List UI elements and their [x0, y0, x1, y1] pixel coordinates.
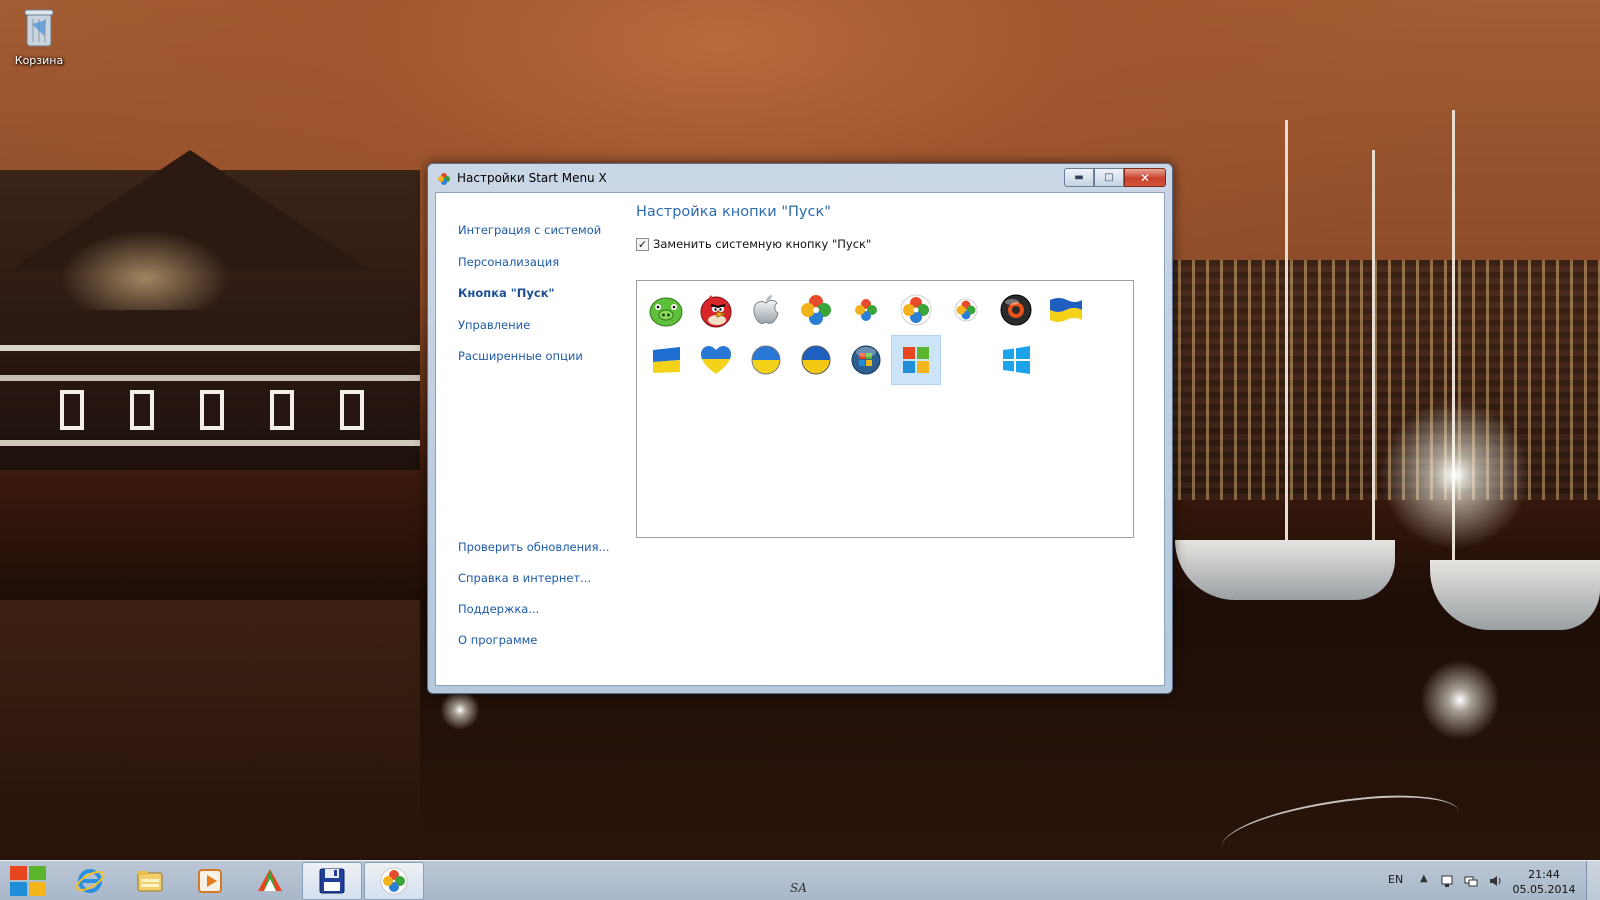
nav-item-management[interactable]: Управление [458, 318, 601, 350]
nav-item-advanced-options[interactable]: Расширенные опции [458, 349, 601, 381]
ukraine-heart-icon[interactable] [691, 335, 741, 385]
icon-grid-row [641, 335, 1129, 385]
wallpaper-boat [1175, 540, 1395, 600]
taskbar-file-explorer[interactable] [120, 862, 180, 900]
check-updates-link[interactable]: Проверить обновления... [458, 540, 610, 571]
small-clover-ring-icon[interactable] [941, 285, 991, 335]
language-indicator[interactable]: EN [1388, 873, 1403, 886]
floppy-save-icon [319, 868, 345, 894]
dark-orb-icon[interactable] [991, 285, 1041, 335]
green-pig-icon[interactable] [641, 285, 691, 335]
taskbar-save-app[interactable] [302, 862, 362, 900]
replace-start-button-option[interactable]: ✓ Заменить системную кнопку "Пуск" [636, 237, 871, 251]
settings-nav: Интеграция с системой Персонализация Кно… [458, 223, 601, 381]
wallpaper-railing [0, 345, 420, 351]
media-player-icon [198, 869, 222, 893]
windows-start-icon [10, 866, 46, 896]
window-controls: ▬ □ ✕ [1064, 168, 1166, 187]
taskbar-center-text: SA [790, 881, 807, 895]
taskbar-internet-explorer[interactable] [60, 862, 120, 900]
settings-nav-bottom: Проверить обновления... Справка в интерн… [458, 540, 610, 664]
volume-icon[interactable] [1488, 873, 1502, 887]
section-title: Настройка кнопки "Пуск" [636, 204, 831, 220]
window-title: Настройки Start Menu X [457, 171, 607, 185]
wallpaper-lights [60, 230, 230, 310]
taskbar-clover-app[interactable] [364, 862, 424, 900]
clover-app-icon [380, 867, 408, 895]
replace-start-button-label: Заменить системную кнопку "Пуск" [653, 237, 872, 251]
start-button[interactable] [6, 863, 50, 899]
minimize-icon: ▬ [1074, 172, 1084, 183]
recycle-bin-icon [23, 6, 55, 48]
close-icon: ✕ [1139, 170, 1151, 185]
windows8-logo-icon[interactable] [991, 335, 1041, 385]
app-clover-icon [437, 171, 451, 185]
support-link[interactable]: Поддержка... [458, 602, 610, 633]
wallpaper-signature [1217, 787, 1463, 860]
internet-explorer-icon [75, 869, 105, 893]
show-desktop-button[interactable] [1586, 861, 1600, 900]
network-icon[interactable] [1464, 873, 1478, 887]
nav-item-personalization[interactable]: Персонализация [458, 255, 601, 287]
minimize-button[interactable]: ▬ [1064, 168, 1094, 187]
clock-date: 05.05.2014 [1512, 883, 1576, 896]
colored-clover-icon[interactable] [791, 285, 841, 335]
wallpaper-light-glow [1420, 660, 1500, 740]
icon-grid-row [641, 285, 1129, 335]
about-link[interactable]: О программе [458, 633, 610, 664]
ukraine-flag-icon[interactable] [641, 335, 691, 385]
wallpaper-light-glow [1380, 400, 1530, 550]
small-clover-icon[interactable] [841, 285, 891, 335]
ukraine-orb-small-icon[interactable] [791, 335, 841, 385]
window-titlebar[interactable]: Настройки Start Menu X ▬ □ ✕ [428, 164, 1172, 191]
clock[interactable]: 21:44 05.05.2014 [1512, 867, 1576, 897]
wallpaper-city [1150, 260, 1600, 500]
clock-time: 21:44 [1528, 868, 1560, 881]
start-menu-x-icon [258, 869, 282, 891]
wallpaper-water [0, 600, 420, 840]
blank-icon[interactable] [941, 335, 991, 385]
online-help-link[interactable]: Справка в интернет... [458, 571, 610, 602]
wallpaper-mast [1285, 120, 1288, 540]
red-angry-bird-icon[interactable] [691, 285, 741, 335]
wallpaper-light-glow [440, 690, 480, 730]
close-button[interactable]: ✕ [1124, 168, 1166, 187]
recycle-bin[interactable]: Корзина [10, 6, 68, 67]
settings-window: Настройки Start Menu X ▬ □ ✕ Интеграция … [427, 163, 1173, 694]
recycle-bin-label: Корзина [14, 54, 64, 67]
taskbar: SA EN ▲ 21:44 05.05.2014 [0, 860, 1600, 900]
replace-start-button-checkbox[interactable]: ✓ [636, 237, 649, 251]
clover-ring-icon[interactable] [891, 285, 941, 335]
wallpaper-boat [1430, 560, 1600, 630]
nav-item-start-button[interactable]: Кнопка "Пуск" [458, 286, 601, 318]
start-button-icon-grid [636, 280, 1134, 538]
ukraine-flag-wave-icon[interactable] [1041, 285, 1091, 335]
windows-flag-icon[interactable] [891, 335, 941, 385]
taskbar-start-menu-x[interactable] [240, 862, 300, 900]
apple-logo-icon[interactable] [741, 285, 791, 335]
network-adapter-icon[interactable] [1440, 873, 1454, 887]
window-client-area: Интеграция с системой Персонализация Кно… [435, 192, 1165, 686]
ukraine-orb-icon[interactable] [741, 335, 791, 385]
maximize-button[interactable]: □ [1094, 168, 1124, 187]
show-hidden-icons-arrow-icon[interactable]: ▲ [1420, 873, 1428, 884]
taskbar-media-player[interactable] [180, 862, 240, 900]
wallpaper-mast [1372, 150, 1375, 540]
nav-item-integration[interactable]: Интеграция с системой [458, 223, 601, 255]
file-explorer-icon [137, 871, 163, 892]
maximize-icon: □ [1104, 172, 1114, 183]
windows7-orb-icon[interactable] [841, 335, 891, 385]
